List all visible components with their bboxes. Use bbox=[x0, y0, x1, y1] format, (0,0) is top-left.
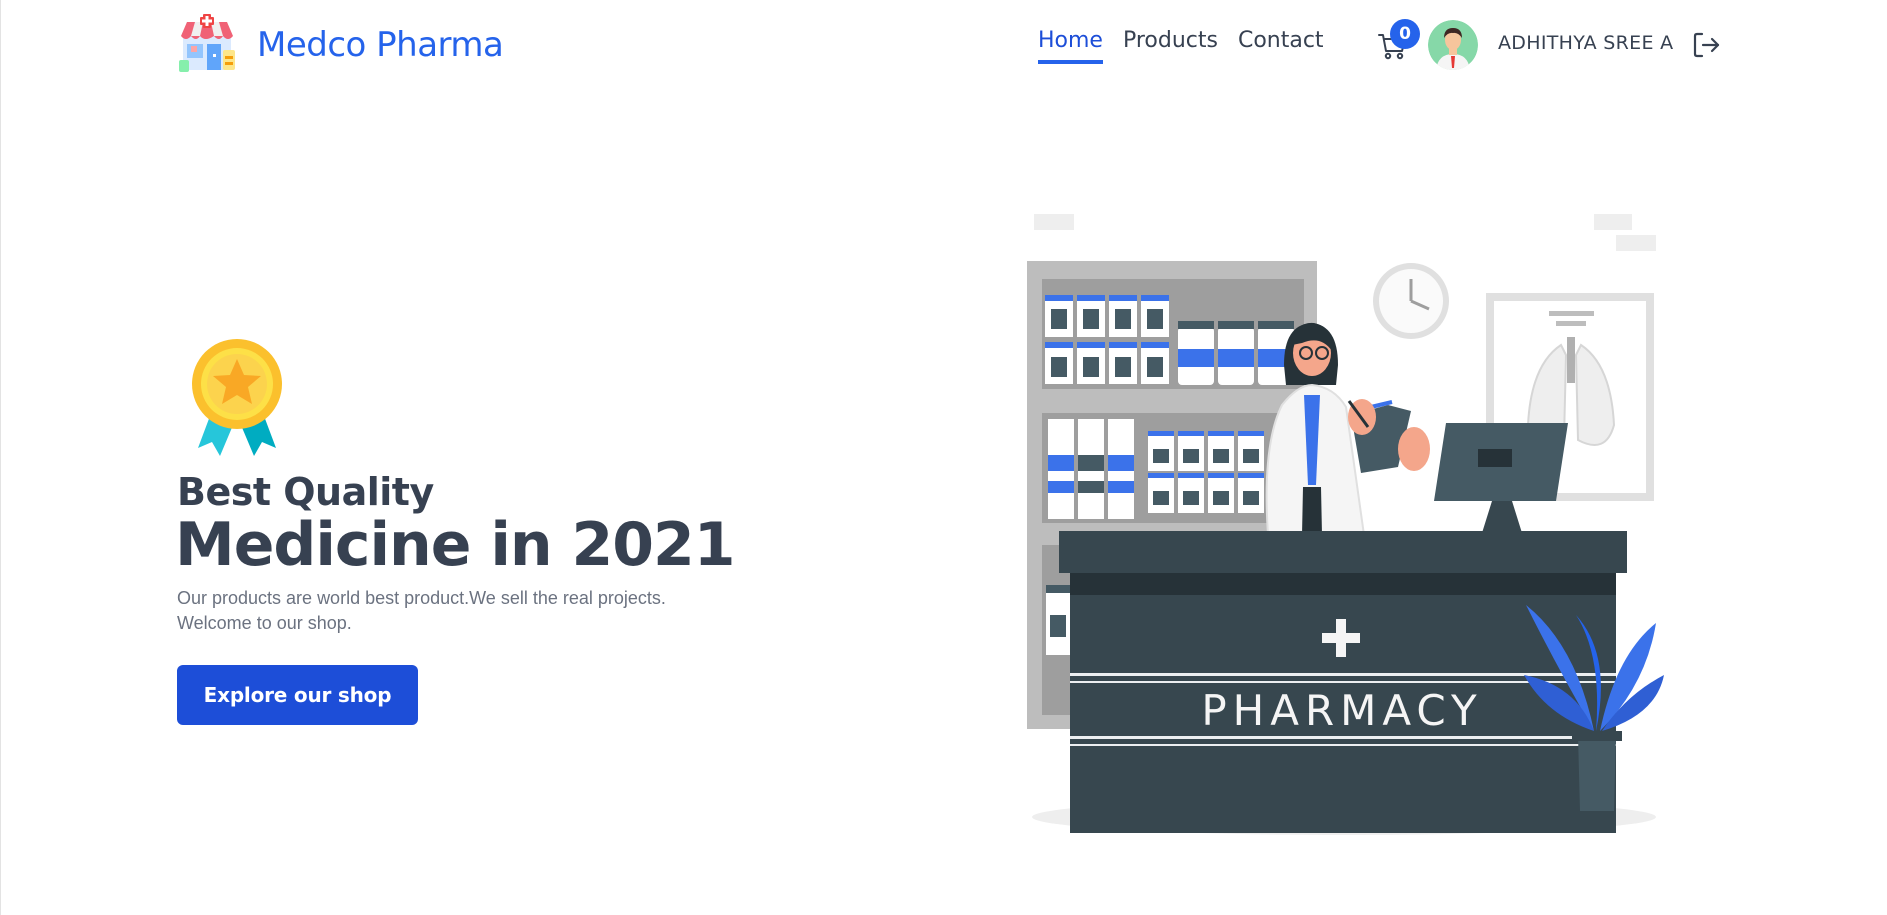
logout-button[interactable] bbox=[1691, 30, 1721, 60]
cart-count-badge: 0 bbox=[1390, 19, 1420, 49]
counter-top bbox=[1059, 531, 1627, 573]
hero-subtitle: Best Quality bbox=[177, 470, 434, 514]
navbar: Medco Pharma Home Products Contact 0 ADH… bbox=[1, 0, 1887, 90]
pharmacy-store-logo-icon bbox=[179, 14, 235, 72]
logout-icon bbox=[1693, 32, 1720, 58]
pharmacy-sign-text: PHARMACY bbox=[1201, 686, 1482, 735]
explore-shop-button[interactable]: Explore our shop bbox=[177, 665, 418, 725]
nav-link-products[interactable]: Products bbox=[1123, 28, 1218, 64]
avatar[interactable] bbox=[1428, 20, 1478, 70]
cart-button[interactable]: 0 bbox=[1377, 19, 1420, 64]
nav-link-home[interactable]: Home bbox=[1038, 28, 1103, 65]
user-name: ADHITHYA SREE A bbox=[1498, 32, 1674, 54]
nav-link-contact[interactable]: Contact bbox=[1238, 28, 1324, 64]
brand[interactable]: Medco Pharma bbox=[177, 14, 504, 76]
award-medal-icon bbox=[192, 339, 282, 456]
page: Medco Pharma Home Products Contact 0 ADH… bbox=[0, 0, 1887, 915]
pharmacy-illustration: PHARMACY bbox=[1027, 214, 1664, 835]
brand-name: Medco Pharma bbox=[257, 25, 504, 65]
wall-clock bbox=[1373, 263, 1449, 339]
pharmacist-figure bbox=[1265, 322, 1430, 536]
hero-title: Medicine in 2021 bbox=[175, 510, 736, 580]
hero-description: Our products are world best product.We s… bbox=[177, 588, 666, 633]
user-avatar-icon bbox=[1428, 20, 1478, 70]
main-nav: Home Products Contact bbox=[1038, 28, 1324, 65]
